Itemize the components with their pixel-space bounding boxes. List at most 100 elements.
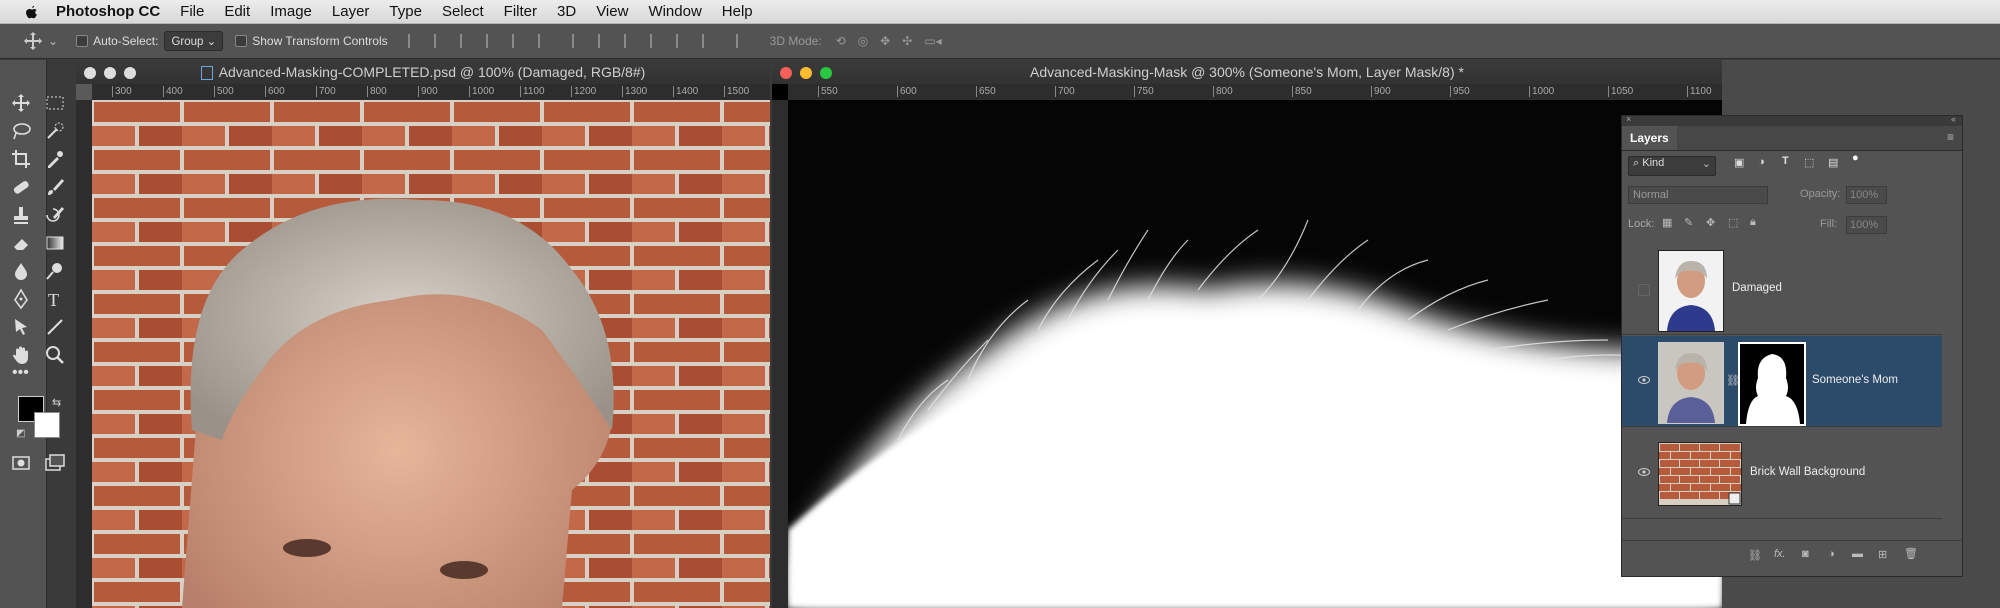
new-layer-icon[interactable]: ⊞	[1878, 548, 1887, 561]
adjustment-layer-icon[interactable]: ◑	[1828, 548, 1835, 560]
gradient-tool-icon[interactable]	[44, 232, 66, 254]
zoom-dot[interactable]	[124, 67, 136, 79]
hand-tool-icon[interactable]	[10, 344, 32, 366]
align-vcenter-icon[interactable]	[433, 34, 448, 48]
lock-transparency-icon[interactable]: ▦	[1662, 216, 1672, 229]
layer-name[interactable]: Brick Wall Background	[1750, 466, 1865, 478]
line-tool-icon[interactable]	[44, 316, 66, 338]
menu-3d[interactable]: 3D	[557, 3, 576, 20]
vertical-ruler[interactable]	[772, 100, 788, 608]
tab-layers[interactable]: Layers	[1622, 126, 1677, 150]
align-right-icon[interactable]	[537, 34, 552, 48]
align-bottom-icon[interactable]	[459, 34, 474, 48]
visibility-toggle-off[interactable]	[1638, 284, 1650, 296]
align-left-icon[interactable]	[485, 34, 500, 48]
distribute-vcenter-icon[interactable]	[597, 34, 612, 48]
filter-toggle-icon[interactable]: ●	[1852, 152, 1859, 164]
3d-roll-icon[interactable]: ◎	[858, 34, 868, 48]
zoom-button[interactable]	[820, 67, 832, 79]
marquee-tool-icon[interactable]	[44, 92, 66, 114]
blur-tool-icon[interactable]	[10, 260, 32, 282]
layer-row-someones-mom[interactable]: ⛓︎ Someone's Mom	[1622, 336, 1942, 427]
close-button[interactable]	[780, 67, 792, 79]
crop-tool-icon[interactable]	[10, 148, 32, 170]
history-brush-tool-icon[interactable]	[44, 204, 66, 226]
more-tools-icon[interactable]: •••	[12, 364, 29, 382]
filter-smart-object-icon[interactable]: ▤	[1828, 156, 1838, 169]
panel-dock-header[interactable]: × «	[1622, 114, 1962, 126]
align-hcenter-icon[interactable]	[511, 34, 526, 48]
distribute-hcenter-icon[interactable]	[675, 34, 690, 48]
document-window-mask[interactable]: Advanced-Masking-Mask @ 300% (Someone's …	[772, 60, 1722, 608]
link-layers-icon[interactable]: ⛓︎	[1748, 549, 1762, 562]
move-tool-icon[interactable]	[10, 92, 32, 114]
horizontal-ruler[interactable]: 550 600 650 700 750 800 850 900 950 1000 1050 1100	[788, 84, 1722, 101]
opacity-input[interactable]: 100%	[1846, 186, 1887, 204]
healing-brush-tool-icon[interactable]	[10, 176, 32, 198]
distribute-bottom-icon[interactable]	[623, 34, 638, 48]
document-titlebar[interactable]: Advanced-Masking-Mask @ 300% (Someone's …	[772, 60, 1722, 84]
quick-select-tool-icon[interactable]	[44, 120, 66, 142]
canvas-layer-mask[interactable]	[788, 100, 1722, 608]
lock-all-icon[interactable]: 🔒︎	[1750, 216, 1756, 229]
auto-align-icon[interactable]	[735, 34, 750, 48]
delete-layer-icon[interactable]: 🗑︎	[1904, 547, 1918, 560]
lock-position-icon[interactable]: ✥	[1706, 216, 1715, 229]
eye-icon[interactable]	[1638, 376, 1650, 384]
distribute-top-icon[interactable]	[571, 34, 586, 48]
panel-collapse-icon[interactable]: «	[1951, 114, 1956, 124]
pen-tool-icon[interactable]	[10, 288, 32, 310]
lock-artboard-icon[interactable]: ⬚	[1728, 216, 1738, 229]
lock-pixels-icon[interactable]: ✎	[1684, 216, 1693, 229]
filter-adjustment-icon[interactable]: ◑	[1758, 156, 1765, 168]
distribute-left-icon[interactable]	[649, 34, 664, 48]
clone-stamp-tool-icon[interactable]	[10, 204, 32, 226]
minimize-dot[interactable]	[104, 67, 116, 79]
3d-camera-icon[interactable]: ▭◂	[924, 34, 941, 48]
eyedropper-tool-icon[interactable]	[44, 148, 66, 170]
menu-help[interactable]: Help	[722, 3, 753, 20]
swap-colors-icon[interactable]: ⇆	[52, 396, 61, 409]
blend-mode-dropdown[interactable]: Normal	[1628, 186, 1768, 204]
align-top-icon[interactable]	[407, 34, 422, 48]
background-color-swatch[interactable]	[34, 412, 60, 438]
eye-icon[interactable]	[1638, 468, 1650, 476]
menu-file[interactable]: File	[180, 3, 204, 20]
new-group-icon[interactable]: ▬	[1852, 548, 1863, 560]
path-selection-tool-icon[interactable]	[10, 316, 32, 338]
eraser-tool-icon[interactable]	[10, 232, 32, 254]
fx-icon[interactable]: fx.	[1774, 548, 1786, 560]
menu-view[interactable]: View	[596, 3, 628, 20]
layer-name[interactable]: Damaged	[1732, 282, 1782, 294]
app-name-menu[interactable]: Photoshop CC	[56, 3, 160, 20]
menu-layer[interactable]: Layer	[332, 3, 370, 20]
3d-pan-icon[interactable]: ✥	[880, 34, 890, 48]
type-tool-icon[interactable]: T	[44, 288, 66, 310]
lasso-tool-icon[interactable]	[10, 120, 32, 142]
tool-preset-chevron-icon[interactable]: ⌄	[48, 34, 58, 48]
filter-pixel-icon[interactable]: ▣	[1734, 156, 1744, 169]
3d-slide-icon[interactable]: ✣	[902, 34, 912, 48]
move-tool-icon[interactable]	[22, 30, 44, 52]
default-colors-icon[interactable]: ◩	[16, 428, 25, 439]
brush-tool-icon[interactable]	[44, 176, 66, 198]
apple-icon[interactable]	[20, 3, 42, 21]
quick-mask-icon[interactable]	[10, 452, 32, 474]
dodge-tool-icon[interactable]	[44, 260, 66, 282]
screen-mode-icon[interactable]	[44, 452, 66, 474]
filter-type-icon[interactable]: T	[1782, 155, 1789, 167]
document-titlebar[interactable]: Advanced-Masking-COMPLETED.psd @ 100% (D…	[76, 60, 770, 84]
panel-close-icon[interactable]: ×	[1626, 114, 1631, 124]
menu-image[interactable]: Image	[270, 3, 312, 20]
auto-select-checkbox[interactable]	[76, 35, 89, 47]
layer-row-damaged[interactable]: Damaged	[1622, 244, 1942, 335]
layer-row-brick-wall[interactable]: Brick Wall Background	[1622, 428, 1942, 519]
menu-edit[interactable]: Edit	[224, 3, 250, 20]
vertical-ruler[interactable]	[76, 100, 92, 608]
filter-shape-icon[interactable]: ⬚	[1804, 156, 1814, 169]
filter-kind-dropdown[interactable]: ⌕ Kind ⌄	[1628, 156, 1716, 176]
layer-name[interactable]: Someone's Mom	[1812, 374, 1898, 386]
add-mask-icon[interactable]: ◙	[1802, 548, 1809, 560]
close-dot[interactable]	[84, 67, 96, 79]
menu-type[interactable]: Type	[389, 3, 422, 20]
